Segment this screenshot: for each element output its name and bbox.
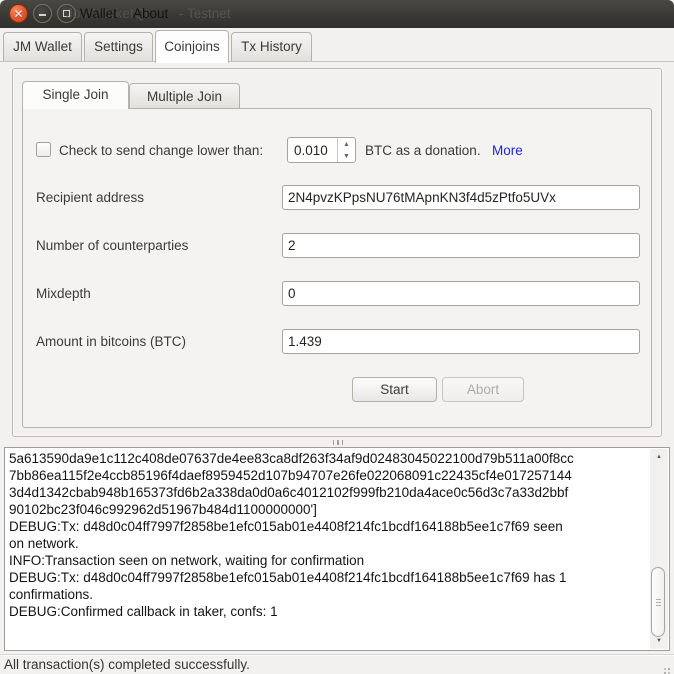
log-line: 5a613590da9e1c112c408de07637de4ee83ca8df… — [9, 450, 647, 467]
tab-pane-border — [0, 61, 674, 62]
tab-jm-wallet[interactable]: JM Wallet — [3, 32, 82, 61]
donation-checkbox-label: Check to send change lower than: — [59, 143, 263, 158]
minimize-icon — [39, 14, 46, 16]
titlebar: ✕ JoinMarketQt Wallet About - Testnet — [0, 0, 674, 28]
counterparties-input[interactable] — [282, 233, 640, 258]
tab-tx-history[interactable]: Tx History — [231, 32, 312, 61]
scrollbar-thumb[interactable] — [651, 567, 665, 637]
log-output[interactable]: 5a613590da9e1c112c408de07637de4ee83ca8df… — [4, 447, 670, 651]
donation-amount-spinbox: ▲ ▼ — [287, 137, 356, 163]
amount-btc-label: Amount in bitcoins (BTC) — [36, 334, 186, 349]
donation-checkbox[interactable] — [36, 142, 51, 157]
log-line: confirmations. — [9, 586, 647, 603]
log-line: DEBUG:Tx: d48d0c04ff7997f2858be1efc015ab… — [9, 569, 647, 586]
minimize-button[interactable] — [33, 4, 52, 23]
tab-coinjoins[interactable]: Coinjoins — [155, 30, 229, 63]
start-button[interactable]: Start — [352, 377, 437, 402]
log-line: 3d4d1342cbab948b165373fd6b2a338da0d0a6c4… — [9, 484, 647, 501]
splitter-grip[interactable] — [328, 440, 348, 446]
log-line: DEBUG:Tx: d48d0c04ff7997f2858be1efc015ab… — [9, 518, 647, 535]
scrollbar-up-icon[interactable]: ▲ — [650, 451, 668, 463]
log-scrollbar[interactable]: ▲ ▼ — [650, 449, 668, 649]
donation-amount-input[interactable] — [288, 138, 340, 162]
scrollbar-down-icon[interactable]: ▼ — [650, 635, 668, 647]
tab-multiple-join[interactable]: Multiple Join — [129, 83, 240, 108]
statusbar: All transaction(s) completed successfull… — [0, 654, 674, 674]
mixdepth-label: Mixdepth — [36, 286, 91, 301]
log-line: 7bb86ea115f2e4ccb85196f4daef8959452d107b… — [9, 467, 647, 484]
log-line: INFO:Transaction seen on network, waitin… — [9, 552, 647, 569]
donation-more-link[interactable]: More — [492, 143, 523, 158]
recipient-address-label: Recipient address — [36, 190, 144, 205]
recipient-address-input[interactable] — [282, 185, 640, 210]
status-message: All transaction(s) completed successfull… — [4, 657, 250, 672]
donation-suffix-label: BTC as a donation. — [365, 143, 481, 158]
menu-about[interactable]: About — [133, 6, 168, 21]
window-title-suffix: - Testnet — [179, 6, 231, 21]
scrollbar-grip-icon — [656, 599, 661, 608]
log-line: DEBUG:Confirmed callback in taker, confs… — [9, 603, 647, 620]
tab-settings[interactable]: Settings — [84, 32, 153, 61]
menu-wallet[interactable]: Wallet — [80, 6, 117, 21]
spin-buttons: ▲ ▼ — [337, 138, 355, 162]
abort-button[interactable]: Abort — [442, 377, 524, 402]
spin-down-icon[interactable]: ▼ — [338, 150, 355, 162]
close-icon: ✕ — [10, 5, 27, 22]
close-button[interactable]: ✕ — [9, 4, 28, 23]
log-line: on network. — [9, 535, 647, 552]
mixdepth-input[interactable] — [282, 281, 640, 306]
tab-single-join[interactable]: Single Join — [22, 81, 129, 109]
log-line: 90102bc23f046c992962d51967b484d110000000… — [9, 501, 647, 518]
amount-btc-input[interactable] — [282, 329, 640, 354]
counterparties-label: Number of counterparties — [36, 238, 188, 253]
spin-up-icon[interactable]: ▲ — [338, 138, 355, 150]
resize-grip-icon[interactable] — [668, 668, 670, 670]
